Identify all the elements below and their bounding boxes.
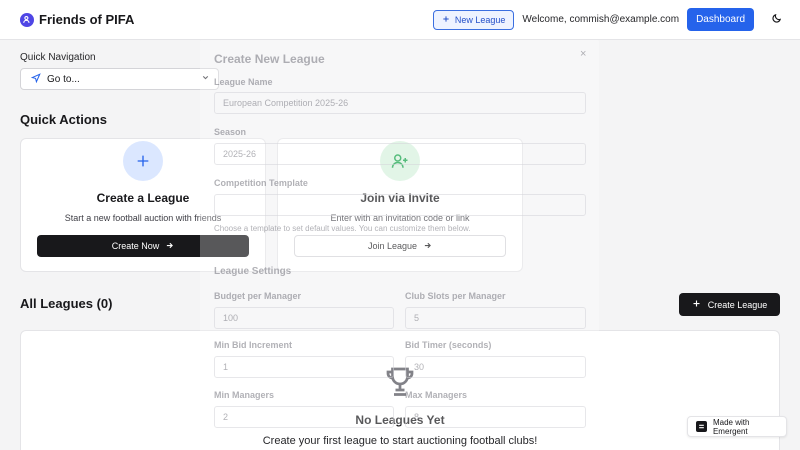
empty-leagues-card: No Leagues Yet Create your first league …	[20, 330, 780, 450]
plus-icon	[442, 15, 450, 25]
league-name-input[interactable]: European Competition 2025-26	[214, 92, 586, 114]
plus-icon	[692, 299, 701, 310]
theme-toggle-button[interactable]	[766, 10, 786, 30]
moon-icon	[771, 11, 782, 29]
close-icon[interactable]: ×	[580, 48, 586, 60]
club-slots-input[interactable]: 5	[405, 307, 586, 329]
goto-select[interactable]: Go to...	[20, 68, 219, 90]
join-card-description: Enter with an invitation code or link	[330, 213, 470, 223]
season-label: Season	[214, 127, 247, 137]
empty-state-title: No Leagues Yet	[355, 413, 445, 427]
join-league-button[interactable]: Join League	[294, 235, 506, 257]
create-card-description: Start a new football auction with friend…	[64, 213, 222, 223]
create-league-label: Create League	[707, 299, 768, 310]
all-leagues-title: All Leagues (0)	[20, 296, 113, 311]
club-slots-label: Club Slots per Manager	[405, 291, 506, 301]
trophy-icon	[380, 361, 420, 401]
create-now-label: Create Now	[111, 241, 160, 251]
budget-label: Budget per Manager	[214, 291, 302, 301]
users-icon	[20, 12, 34, 27]
made-with-emergent-badge[interactable]: Made with Emergent	[687, 416, 787, 437]
dashboard-button[interactable]: Dashboard	[687, 8, 754, 31]
join-league-label: Join League	[367, 241, 418, 251]
join-card-title: Join via Invite	[360, 191, 440, 205]
create-card-title: Create a League	[96, 191, 190, 205]
emergent-logo-icon	[696, 421, 707, 432]
new-league-label: New League	[454, 14, 506, 25]
chevron-down-icon	[201, 73, 210, 85]
brand[interactable]: Friends of PIFA	[20, 12, 134, 27]
top-header: Friends of PIFA New League Welcome, comm…	[0, 0, 800, 40]
arrow-right-icon	[165, 241, 174, 252]
arrow-right-icon	[423, 241, 432, 252]
modal-title: Create New League	[214, 52, 325, 66]
quick-navigation-label: Quick Navigation	[20, 52, 96, 63]
plus-icon	[123, 141, 163, 181]
goto-value: Go to...	[47, 73, 80, 85]
welcome-text: Welcome, commish@example.com	[522, 14, 680, 25]
empty-state-description: Create your first league to start auctio…	[262, 435, 538, 447]
create-now-button[interactable]: Create Now	[37, 235, 249, 257]
league-name-label: League Name	[214, 77, 273, 87]
join-league-card: Join via Invite Enter with an invitation…	[277, 138, 523, 272]
create-league-button[interactable]: Create League	[679, 293, 780, 316]
create-league-card: Create a League Start a new football auc…	[20, 138, 266, 272]
budget-input[interactable]: 100	[214, 307, 394, 329]
user-plus-icon	[380, 141, 420, 181]
navigation-icon	[30, 72, 41, 86]
quick-actions-title: Quick Actions	[20, 112, 107, 127]
new-league-button[interactable]: New League	[432, 9, 515, 30]
app-name: Friends of PIFA	[39, 12, 135, 27]
badge-label: Made with Emergent	[712, 417, 750, 436]
